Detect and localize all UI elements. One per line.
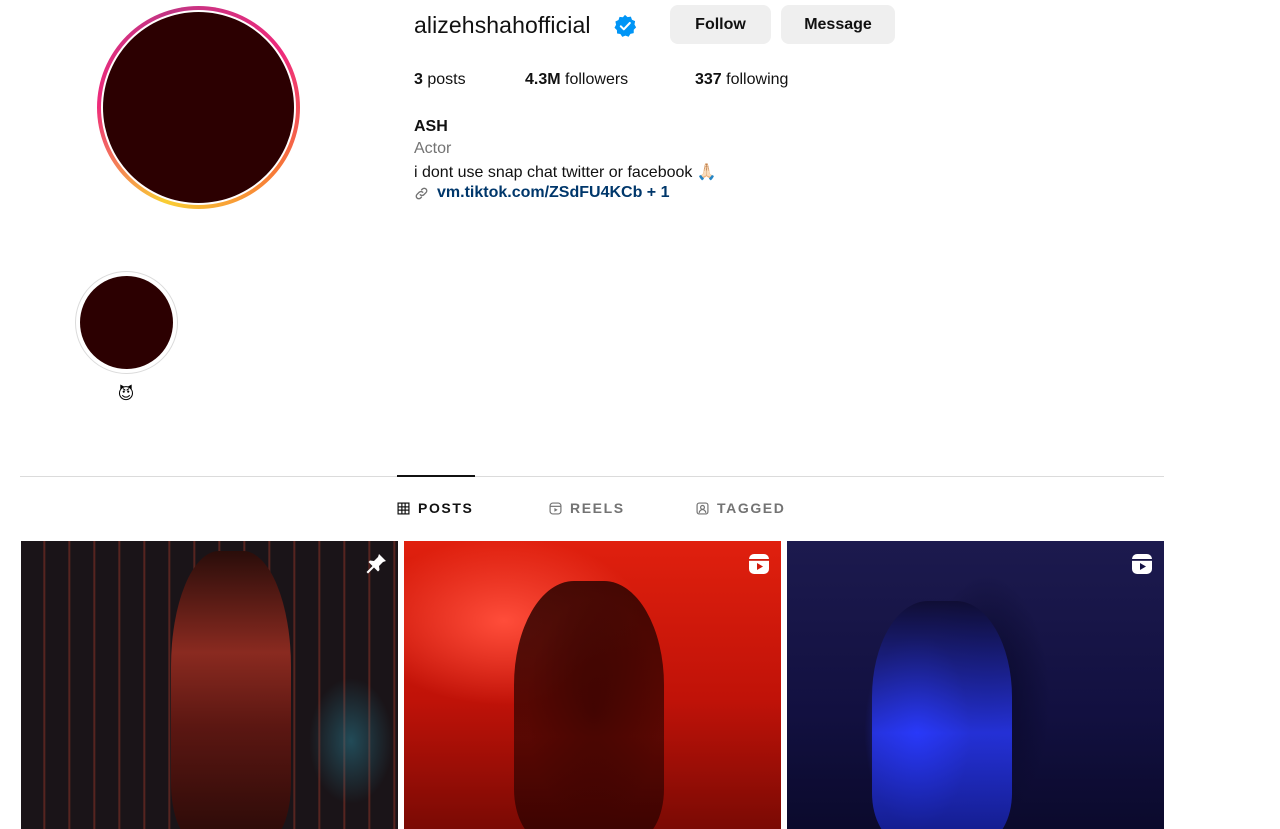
tab-posts[interactable]: POSTS bbox=[397, 498, 473, 518]
tabs-divider bbox=[20, 476, 1164, 477]
post-figure bbox=[514, 581, 664, 829]
tab-reels[interactable]: REELS bbox=[549, 498, 625, 518]
link-icon bbox=[415, 187, 428, 199]
story-highlight[interactable] bbox=[75, 271, 178, 374]
post-figure bbox=[872, 601, 1012, 829]
tab-tagged[interactable]: TAGGED bbox=[696, 498, 785, 518]
follow-button[interactable]: Follow bbox=[670, 5, 771, 44]
posts-label: posts bbox=[427, 71, 466, 88]
posts-count: 3 bbox=[414, 71, 423, 88]
tab-posts-label: POSTS bbox=[418, 500, 474, 516]
posts-count-stat: 3 posts bbox=[414, 71, 466, 89]
message-button[interactable]: Message bbox=[781, 5, 895, 44]
pin-icon bbox=[366, 554, 386, 574]
reel-icon bbox=[1132, 554, 1152, 574]
highlight-label: 😈 bbox=[117, 386, 135, 403]
bio-name: ASH bbox=[414, 118, 448, 135]
verified-badge-icon bbox=[614, 14, 637, 37]
post-thumbnail[interactable] bbox=[21, 541, 398, 829]
profile-avatar[interactable] bbox=[97, 6, 300, 209]
following-stat[interactable]: 337 following bbox=[695, 71, 788, 89]
bio-text: i dont use snap chat twitter or facebook… bbox=[414, 164, 717, 181]
post-figure bbox=[171, 551, 291, 829]
active-tab-indicator bbox=[397, 475, 475, 477]
avatar-image bbox=[103, 12, 294, 203]
followers-stat[interactable]: 4.3M followers bbox=[525, 71, 628, 89]
post-thumbnail[interactable] bbox=[787, 541, 1164, 829]
followers-count: 4.3M bbox=[525, 71, 561, 88]
post-thumbnail[interactable] bbox=[404, 541, 781, 829]
following-count: 337 bbox=[695, 71, 722, 88]
tab-tagged-label: TAGGED bbox=[717, 500, 786, 516]
grid-icon bbox=[397, 501, 410, 515]
tagged-icon bbox=[696, 501, 709, 515]
reels-icon bbox=[549, 501, 562, 515]
profile-username: alizehshahofficial bbox=[414, 12, 591, 38]
following-label: following bbox=[726, 71, 789, 88]
highlight-cover bbox=[80, 276, 173, 369]
bio-category: Actor bbox=[414, 140, 452, 157]
followers-label: followers bbox=[565, 71, 629, 88]
reel-icon bbox=[749, 554, 769, 574]
bio-link-row: vm.tiktok.com/ZSdFU4KCb + 1 bbox=[414, 184, 670, 202]
bio-link[interactable]: vm.tiktok.com/ZSdFU4KCb + 1 bbox=[437, 184, 670, 202]
tab-reels-label: REELS bbox=[570, 500, 625, 516]
